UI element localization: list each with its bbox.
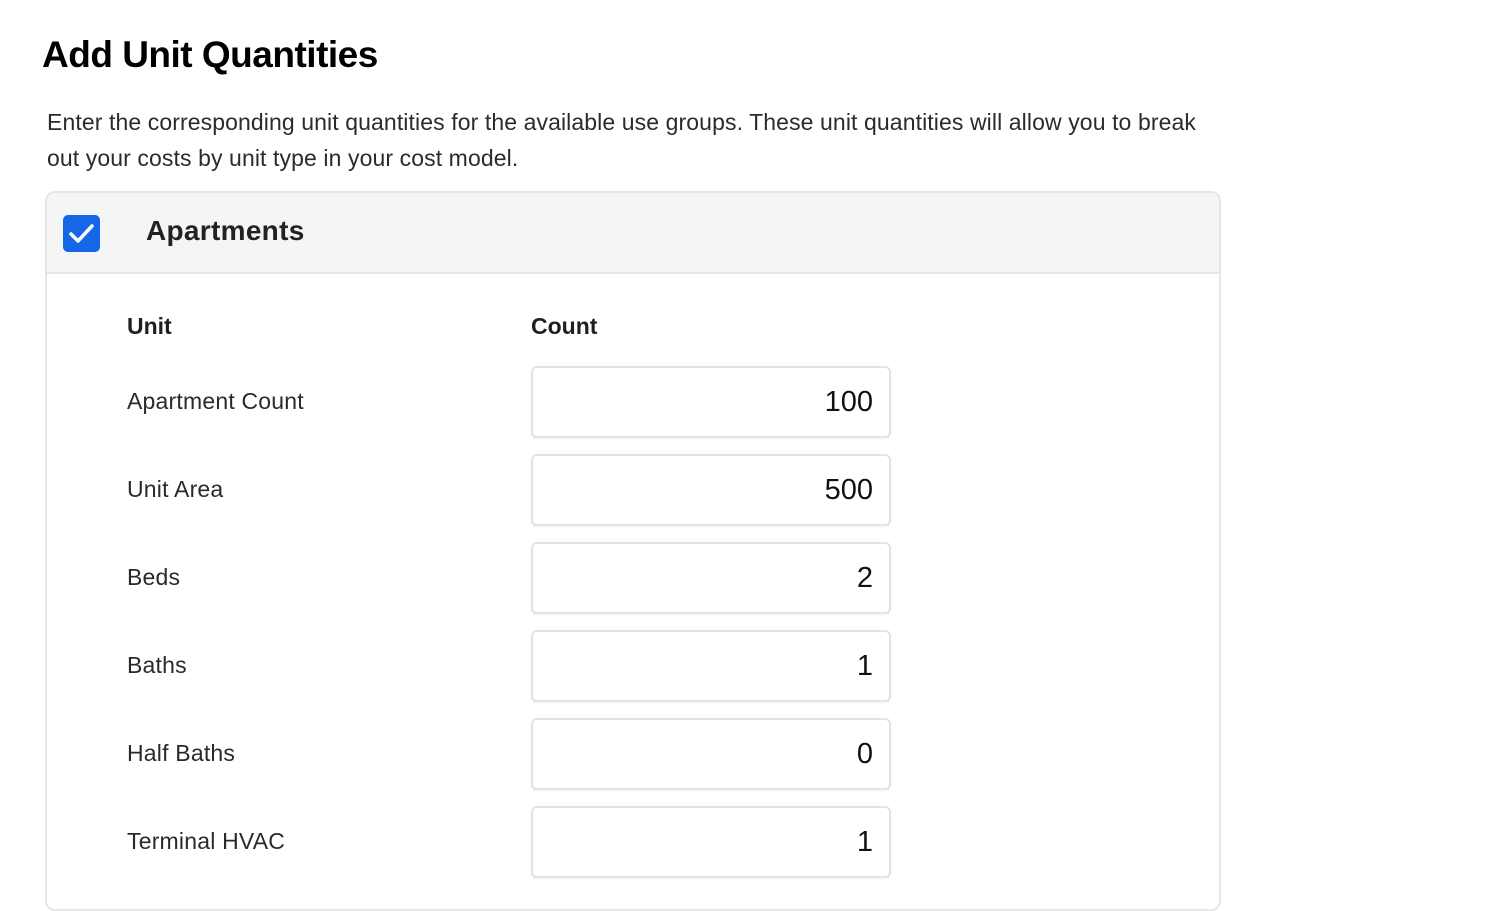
baths-input[interactable] (531, 630, 891, 702)
row-label-unit-area: Unit Area (127, 476, 224, 502)
checkmark-icon (69, 224, 94, 243)
unit-area-input[interactable] (531, 454, 891, 526)
apartment-count-input[interactable] (531, 366, 891, 438)
row-label-baths: Baths (127, 652, 187, 678)
page-description: Enter the corresponding unit quantities … (47, 109, 1196, 171)
unit-column-header: Unit (127, 313, 172, 339)
count-column-header: Count (531, 313, 598, 339)
row-label-beds: Beds (127, 564, 181, 590)
apartments-checkbox[interactable] (63, 215, 100, 252)
half-baths-input[interactable] (531, 718, 891, 790)
use-group-title: Apartments (146, 215, 305, 246)
terminal-hvac-input[interactable] (531, 806, 891, 878)
row-label-half-baths: Half Baths (127, 740, 236, 766)
row-label-terminal-hvac: Terminal HVAC (127, 828, 286, 854)
use-group-card: Apartments Unit Count Apartment Count Un… (45, 191, 1221, 911)
row-label-apartment-count: Apartment Count (127, 388, 304, 414)
use-group-header: Apartments (47, 193, 1219, 274)
page-title: Add Unit Quantities (42, 34, 378, 75)
beds-input[interactable] (531, 542, 891, 614)
